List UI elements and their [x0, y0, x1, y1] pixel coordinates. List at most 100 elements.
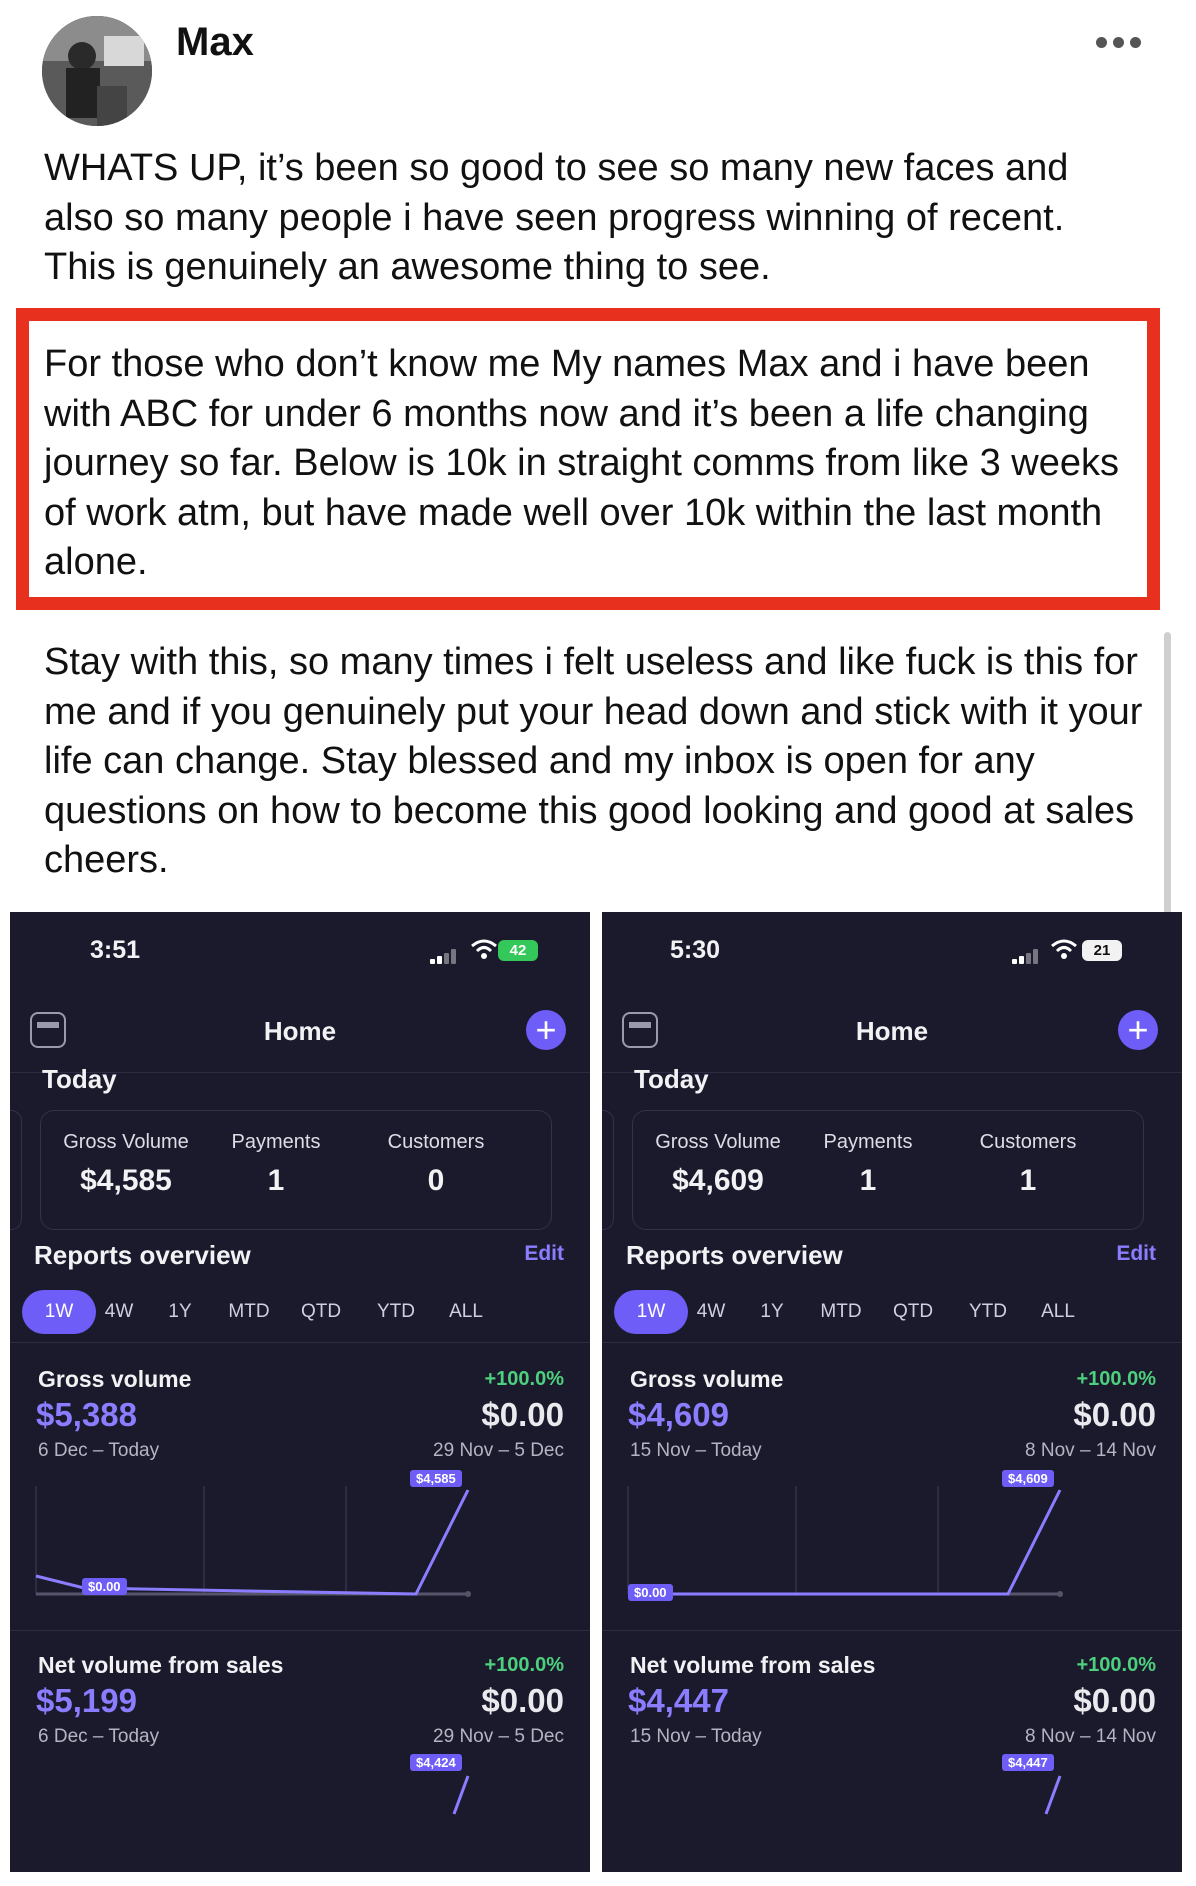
wifi-icon: [471, 939, 497, 959]
stat-label: Customers: [979, 1131, 1077, 1153]
add-button[interactable]: +: [526, 1010, 566, 1050]
screenshot-right: 5:30 21 Home + Today Gross Volume $4,609: [602, 912, 1182, 1872]
net-volume-end-tag: $4,447: [1002, 1754, 1054, 1771]
today-summary-card[interactable]: Gross Volume $4,609 Payments 1 Customers…: [632, 1110, 1144, 1230]
gross-volume-previous-range: 29 Nov – 5 Dec: [433, 1440, 564, 1461]
wifi-icon: [1051, 939, 1077, 959]
net-volume-chart[interactable]: $4,447: [626, 1754, 1166, 1872]
nav-bar: Home +: [10, 992, 590, 1073]
divider: [602, 1630, 1182, 1631]
gross-volume-title: Gross volume: [630, 1366, 784, 1392]
gross-volume-previous: $0.00: [1073, 1396, 1156, 1433]
nav-title: Home: [855, 1016, 929, 1046]
stat-gross-volume: Gross Volume $4,585: [41, 1131, 211, 1198]
gross-volume-end-tag: $4,609: [1002, 1470, 1054, 1487]
today-label: Today: [634, 1064, 709, 1094]
stat-payments: Payments 1: [191, 1131, 361, 1198]
divider: [10, 1342, 590, 1343]
net-volume-change: +100.0%: [1076, 1654, 1156, 1676]
status-time: 3:51: [90, 936, 141, 964]
net-volume-chart[interactable]: $4,424: [34, 1754, 574, 1872]
post-header: Max: [0, 0, 1196, 140]
range-tab-1y[interactable]: 1Y: [154, 1290, 206, 1334]
stat-label: Gross Volume: [63, 1131, 189, 1153]
reports-overview-label: Reports overview: [34, 1240, 251, 1270]
stat-value: $4,609: [672, 1164, 764, 1197]
signal-icon: [1012, 948, 1042, 964]
avatar-photo-icon: [42, 16, 152, 126]
stat-value: 1: [859, 1164, 877, 1197]
today-summary-card[interactable]: Gross Volume $4,585 Payments 1 Customers…: [40, 1110, 552, 1230]
net-volume-value: $5,199: [36, 1682, 137, 1719]
net-volume-value: $4,447: [628, 1682, 729, 1719]
range-tab-mtd[interactable]: MTD: [214, 1290, 284, 1334]
edit-button[interactable]: Edit: [1116, 1242, 1156, 1266]
gross-volume-value: $4,609: [628, 1396, 729, 1433]
stat-label: Payments: [823, 1131, 913, 1153]
range-tab-1w[interactable]: 1W: [614, 1290, 688, 1334]
gross-volume-chart[interactable]: $4,609 $0.00: [626, 1468, 1166, 1616]
range-tab-4w[interactable]: 4W: [682, 1290, 740, 1334]
range-tab-qtd[interactable]: QTD: [880, 1290, 946, 1334]
net-volume-previous-range: 29 Nov – 5 Dec: [433, 1726, 564, 1747]
net-volume-end-tag: $4,424: [410, 1754, 462, 1771]
previous-card[interactable]: [10, 1110, 22, 1230]
today-label: Today: [42, 1064, 117, 1094]
stat-value: $4,585: [80, 1164, 172, 1197]
range-tab-1y[interactable]: 1Y: [746, 1290, 798, 1334]
reports-overview-label: Reports overview: [626, 1240, 843, 1270]
post-paragraph-2: For those who don’t know me My names Max…: [44, 343, 1119, 583]
nav-title: Home: [263, 1016, 337, 1046]
stat-gross-volume: Gross Volume $4,609: [633, 1131, 803, 1198]
range-tab-1w[interactable]: 1W: [22, 1290, 96, 1334]
more-options-icon[interactable]: [1090, 28, 1146, 56]
stat-label: Payments: [231, 1131, 321, 1153]
range-tab-qtd[interactable]: QTD: [288, 1290, 354, 1334]
status-bar: 3:51 42: [10, 912, 590, 992]
net-volume-previous-range: 8 Nov – 14 Nov: [1025, 1726, 1156, 1747]
gross-volume-chart-svg: [627, 1486, 1063, 1597]
status-bar: 5:30 21: [602, 912, 1182, 992]
scrollbar[interactable]: [1164, 632, 1171, 932]
range-tab-4w[interactable]: 4W: [90, 1290, 148, 1334]
net-volume-change: +100.0%: [484, 1654, 564, 1676]
previous-card[interactable]: [602, 1110, 614, 1230]
stat-label: Gross Volume: [655, 1131, 781, 1153]
post-paragraph-3: Stay with this, so many times i felt use…: [44, 641, 1143, 881]
battery-icon: 21: [1082, 940, 1122, 961]
range-tab-mtd[interactable]: MTD: [806, 1290, 876, 1334]
stat-customers: Customers 1: [943, 1131, 1113, 1198]
gross-volume-change: +100.0%: [484, 1368, 564, 1390]
range-tabs: 1W 4W 1Y MTD QTD YTD ALL: [606, 1282, 1176, 1334]
stat-payments: Payments 1: [783, 1131, 953, 1198]
gross-volume-change: +100.0%: [1076, 1368, 1156, 1390]
divider: [602, 1342, 1182, 1343]
stat-value: 0: [427, 1164, 445, 1197]
gross-volume-previous-range: 8 Nov – 14 Nov: [1025, 1440, 1156, 1461]
range-tab-ytd[interactable]: YTD: [958, 1290, 1018, 1334]
stat-value: 1: [1019, 1164, 1037, 1197]
range-tab-ytd[interactable]: YTD: [366, 1290, 426, 1334]
author-name[interactable]: Max: [176, 20, 254, 65]
gross-volume-end-tag: $4,585: [410, 1470, 462, 1487]
net-volume-chart-svg: [452, 1775, 470, 1815]
net-volume-range: 6 Dec – Today: [38, 1726, 160, 1747]
edit-button[interactable]: Edit: [524, 1242, 564, 1266]
status-time: 5:30: [670, 936, 721, 964]
battery-icon: 42: [498, 940, 538, 961]
stat-customers: Customers 0: [351, 1131, 521, 1198]
range-tab-all[interactable]: ALL: [438, 1290, 494, 1334]
gross-volume-range: 15 Nov – Today: [630, 1440, 762, 1461]
net-volume-previous: $0.00: [1073, 1682, 1156, 1719]
post-paragraph-1: WHATS UP, it’s been so good to see so ma…: [44, 147, 1069, 288]
gross-volume-start-tag: $0.00: [82, 1578, 127, 1595]
net-volume-title: Net volume from sales: [38, 1652, 284, 1678]
nav-bar: Home +: [602, 992, 1182, 1073]
add-button[interactable]: +: [1118, 1010, 1158, 1050]
range-tab-all[interactable]: ALL: [1030, 1290, 1086, 1334]
range-tabs: 1W 4W 1Y MTD QTD YTD ALL: [14, 1282, 584, 1334]
gross-volume-chart[interactable]: $4,585 $0.00: [34, 1468, 574, 1616]
gross-volume-previous: $0.00: [481, 1396, 564, 1433]
net-volume-range: 15 Nov – Today: [630, 1726, 762, 1747]
avatar[interactable]: [42, 16, 152, 126]
